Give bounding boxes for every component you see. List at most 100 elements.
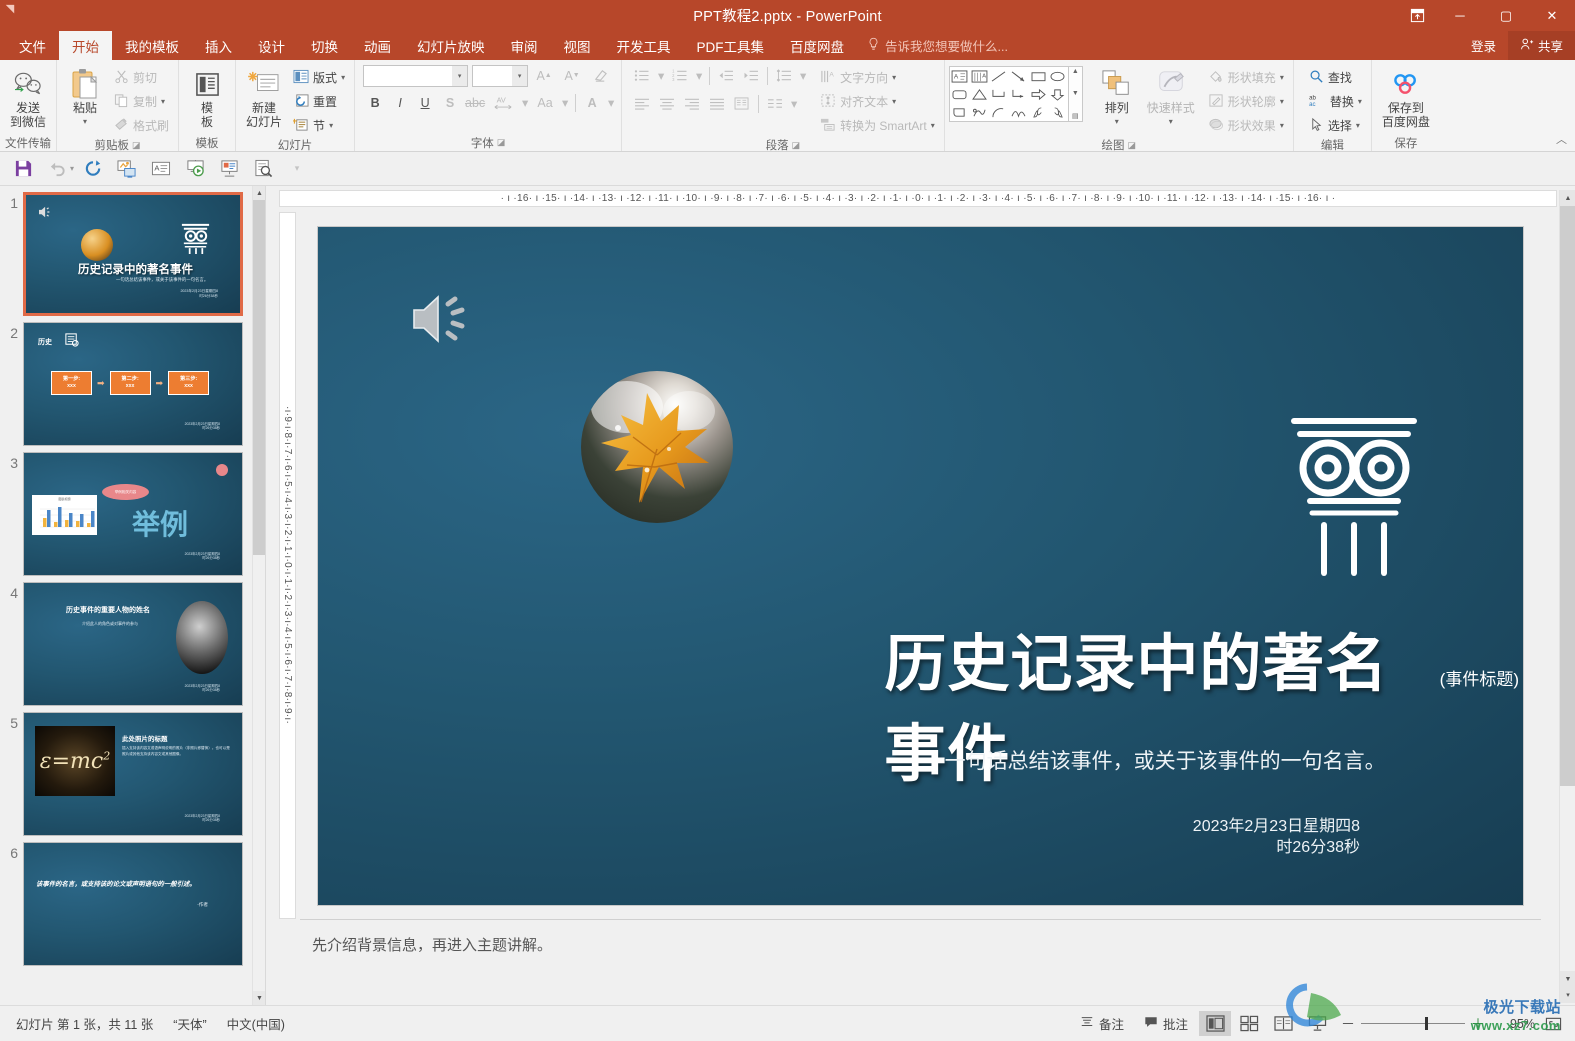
chevron-down-icon[interactable]: ▾ (452, 65, 468, 86)
slide-vertical-scrollbar[interactable]: ▲ ▼ ▾ (1559, 190, 1575, 1003)
slide-date-placeholder[interactable]: 2023年2月23日星期四8 时26分38秒 (1193, 816, 1360, 858)
paste-button[interactable]: 粘贴 ▾ (61, 64, 109, 129)
redo-button[interactable] (78, 155, 108, 183)
next-slide-icon[interactable]: ▾ (1560, 987, 1575, 1003)
shape-effects-button[interactable]: 形状效果 ▾ (1203, 114, 1289, 137)
shapes-gallery[interactable]: A A (948, 66, 1069, 122)
justify-button[interactable] (705, 92, 729, 115)
notes-text[interactable]: 先介绍背景信息，再进入主题讲解。 (300, 920, 1541, 955)
thumbnail-slide-5[interactable]: ɛ=mc2 此处照片的标题 插入支持该内容文或语声明说明的照片（非照片即替换）。… (23, 712, 243, 836)
font-name-combobox[interactable]: ▾ (363, 64, 469, 87)
notes-pane[interactable]: 先介绍背景信息，再进入主题讲解。 (300, 919, 1541, 975)
thumbnail-row[interactable]: 1 历史记录中的著名事件 一句话总结该事件，或关于该事件的一句名言。 2023年… (0, 186, 265, 316)
save-button[interactable] (8, 155, 38, 183)
chevron-down-icon[interactable]: ▾ (1169, 115, 1173, 129)
dialog-launcher-icon[interactable]: ◪ (792, 140, 801, 151)
save-to-baidu-netdisk-button[interactable]: 保存到 百度网盘 (1376, 64, 1436, 129)
thumbnail-row[interactable]: 2 历史 第一步: xxx ➡ 第二步: xxx ➡ 第三步: xxx 2023… (0, 316, 265, 446)
start-from-beginning-button[interactable] (112, 155, 142, 183)
tab-slideshow[interactable]: 幻灯片放映 (404, 31, 498, 60)
columns-button[interactable] (730, 92, 754, 115)
italic-button[interactable]: I (388, 91, 412, 114)
theme-label[interactable]: “天体” (163, 1014, 216, 1033)
decrease-indent-button[interactable] (714, 64, 738, 87)
customize-quick-access-toolbar-button[interactable]: ▾ (282, 155, 312, 183)
chevron-down-icon[interactable]: ▾ (892, 97, 896, 106)
close-button[interactable]: ✕ (1529, 0, 1575, 31)
shape-elbow-arrow-icon[interactable] (1009, 85, 1029, 103)
shape-flowchart-icon[interactable] (950, 103, 970, 121)
section-button[interactable]: 节 ▾ (288, 114, 350, 137)
chevron-down-icon[interactable]: ▾ (1115, 115, 1119, 129)
tab-transitions[interactable]: 切换 (298, 31, 351, 60)
fit-to-window-button[interactable] (1537, 1011, 1569, 1036)
current-slide[interactable]: 历史记录中的著名事件 (事件标题) 一句话总结该事件，或关于该事件的一句名言。 … (318, 226, 1523, 905)
dialog-launcher-icon[interactable]: ◪ (1128, 140, 1137, 151)
chevron-down-icon[interactable]: ▾ (605, 91, 617, 114)
speaker-icon[interactable] (408, 290, 474, 348)
increase-font-size-button[interactable]: A ▲ (532, 64, 556, 87)
zoom-level-label[interactable]: 95% (1493, 1017, 1535, 1031)
scroll-down-icon[interactable]: ▼ (1560, 971, 1575, 987)
chevron-down-icon[interactable]: ▾ (1280, 73, 1284, 82)
minimize-button[interactable]: － (1437, 0, 1483, 31)
text-columns-button[interactable] (763, 92, 787, 115)
chevron-down-icon[interactable]: ▾ (519, 91, 531, 114)
font-size-combobox[interactable]: ▾ (472, 64, 529, 87)
tab-review[interactable]: 审阅 (498, 31, 551, 60)
align-text-button[interactable]: 对齐文本 ▾ (815, 90, 940, 113)
underline-button[interactable]: U (413, 91, 437, 114)
shape-vertical-textbox-icon[interactable]: A (969, 67, 989, 85)
thumbnail-slide-1[interactable]: 历史记录中的著名事件 一句话总结该事件，或关于该事件的一句名言。 2023年2月… (23, 192, 243, 316)
thumbnail-row[interactable]: 3 图表标题 举例相关内容 举例 2023年2月23日星期四8 时26分38秒 (0, 446, 265, 576)
convert-to-smartart-button[interactable]: 转换为 SmartArt ▾ (815, 114, 940, 137)
new-slide-button[interactable]: 新建 幻灯片 (240, 64, 288, 129)
tab-my-templates[interactable]: 我的模板 (112, 31, 192, 60)
shape-textbox-icon[interactable]: A (950, 67, 970, 85)
tab-design[interactable]: 设计 (245, 31, 298, 60)
slide-subtitle[interactable]: 一句话总结该事件，或关于该事件的一句名言。 (945, 745, 1386, 775)
chevron-down-icon[interactable]: ▾ (788, 92, 800, 115)
thumbnail-slide-6[interactable]: 该事件的名言，或支持该的论文或声明语句的一般引述。 -作者 (23, 842, 243, 966)
chevron-down-icon[interactable]: ▾ (655, 64, 667, 87)
view-slide-sorter-button[interactable] (1233, 1011, 1265, 1036)
zoom-in-button[interactable]: ＋ (1471, 1014, 1485, 1034)
chevron-down-icon[interactable]: ▾ (1358, 97, 1362, 106)
shape-triangle-icon[interactable] (969, 85, 989, 103)
tab-insert[interactable]: 插入 (192, 31, 245, 60)
line-spacing-button[interactable] (772, 64, 796, 87)
chevron-down-icon[interactable]: ▾ (512, 65, 528, 86)
dialog-launcher-icon[interactable]: ◪ (132, 140, 141, 151)
tab-baidu-netdisk[interactable]: 百度网盘 (777, 31, 857, 60)
shadow-button[interactable]: S (438, 91, 462, 114)
chevron-down-icon[interactable]: ▾ (797, 64, 809, 87)
bullets-button[interactable] (630, 64, 654, 87)
notes-toggle-button[interactable]: 备注 (1071, 1010, 1133, 1037)
text-direction-button[interactable]: A 文字方向 ▾ (815, 66, 940, 89)
zoom-track[interactable] (1361, 1017, 1465, 1030)
horizontal-ruler[interactable]: · ı ·16· ı ·15· ı ·14· ı ·13· ı ·12· ı ·… (279, 190, 1557, 207)
shape-outline-button[interactable]: 形状轮廓 ▾ (1203, 90, 1289, 113)
align-left-button[interactable] (630, 92, 654, 115)
share-button[interactable]: 共享 (1507, 31, 1575, 60)
arrange-button[interactable]: 排列 ▾ (1093, 64, 1141, 129)
strikethrough-button[interactable]: abc (463, 91, 487, 114)
change-case-button[interactable]: Aa (532, 91, 558, 114)
decrease-font-size-button[interactable]: A ▼ (560, 64, 584, 87)
shape-rectangle-icon[interactable] (1028, 67, 1048, 85)
vertical-ruler[interactable]: ·ı·9·ı·8·ı·7·ı·6·ı·5·ı·4·ı·3·ı·2·ı·1·ı·0… (279, 212, 296, 919)
autumn-leaf-photo[interactable] (581, 370, 733, 523)
layout-button[interactable]: 版式 ▾ (288, 66, 350, 89)
copy-button[interactable]: 复制 ▾ (109, 90, 174, 113)
shape-fill-button[interactable]: 形状填充 ▾ (1203, 66, 1289, 89)
undo-dropdown-icon[interactable]: ▾ (70, 164, 74, 173)
template-button[interactable]: 模 板 (183, 64, 231, 129)
tab-animations[interactable]: 动画 (351, 31, 404, 60)
shape-elbow-connector-icon[interactable] (989, 85, 1009, 103)
shape-right-arrow-icon[interactable] (1028, 85, 1048, 103)
thumbnail-row[interactable]: 6 该事件的名言，或支持该的论文或声明语句的一般引述。 -作者 (0, 836, 265, 966)
slide-presenter-button[interactable] (214, 155, 244, 183)
increase-indent-button[interactable] (739, 64, 763, 87)
shapes-gallery-scrollbar[interactable]: ▲ ▼ ▤ (1068, 66, 1083, 122)
character-spacing-button[interactable]: AV (488, 91, 518, 114)
